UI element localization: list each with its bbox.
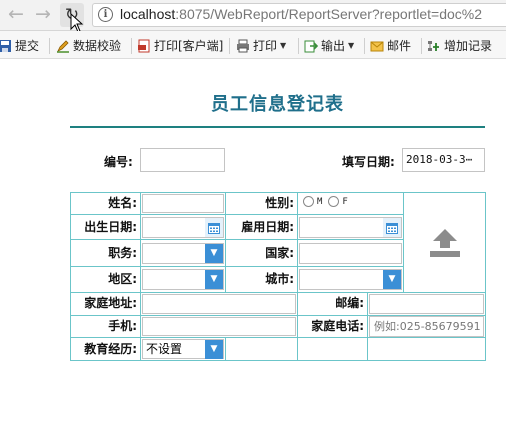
postcode-input[interactable] xyxy=(369,294,484,314)
toolbar-divider xyxy=(131,38,132,54)
toolbar-divider xyxy=(49,38,50,54)
employee-form-grid: 姓名: 性别: M F 出生日期: 雇用日期: 职务: ▼ 国家: 地区: ▼ … xyxy=(70,192,486,361)
country-input[interactable] xyxy=(299,243,402,264)
chevron-down-icon[interactable]: ▼ xyxy=(205,270,223,289)
printer-icon xyxy=(237,39,249,53)
education-select[interactable]: 不设置 ▼ xyxy=(142,339,224,359)
title-divider xyxy=(70,126,485,128)
mail-button[interactable]: 邮件 xyxy=(370,38,411,54)
gender-option-m-label: M xyxy=(317,196,323,207)
toolbar-divider xyxy=(364,38,365,54)
forward-icon[interactable]: → xyxy=(32,3,54,25)
chevron-down-icon[interactable]: ▼ xyxy=(205,340,223,359)
form-title: 员工信息登记表 xyxy=(211,94,344,115)
toolbar-divider xyxy=(421,38,422,54)
chevron-down-icon[interactable]: ▼ xyxy=(383,270,401,289)
mouse-cursor-icon xyxy=(70,13,84,33)
report-toolbar: 提交 数据校验 打印[客户端] 打印 ▼ 输出 ▼ 邮件 增加记录 xyxy=(0,31,506,59)
gender-radio-group: M F xyxy=(303,196,348,207)
grid-line xyxy=(70,192,486,193)
fill-date-label: 填写日期: xyxy=(342,155,395,169)
url-text: localhost:8075/WebReport/ReportServer?re… xyxy=(120,6,483,22)
home-phone-input[interactable]: 例如:025-85679591 xyxy=(369,316,484,337)
export-label: 输出 xyxy=(321,39,346,53)
city-label: 城市: xyxy=(265,272,294,286)
submit-label: 提交 xyxy=(15,39,40,53)
fill-date-input[interactable]: 2018-03-3⋯ xyxy=(402,148,485,172)
position-label: 职务: xyxy=(108,246,137,260)
grid-line xyxy=(297,192,298,292)
print-button[interactable]: 打印 ▼ xyxy=(236,38,286,54)
education-label: 教育经历: xyxy=(84,342,137,356)
validate-label: 数据校验 xyxy=(73,39,122,53)
address-input[interactable] xyxy=(142,294,296,314)
upload-photo-icon[interactable] xyxy=(428,226,462,260)
grid-line xyxy=(70,214,403,215)
region-select[interactable]: ▼ xyxy=(142,269,224,290)
grid-line xyxy=(70,239,403,240)
grid-line xyxy=(70,292,486,293)
gender-option-f-label: F xyxy=(342,196,348,207)
save-icon xyxy=(0,40,11,52)
grid-line xyxy=(70,266,403,267)
grid-line xyxy=(403,192,404,292)
birth-date-label: 出生日期: xyxy=(84,220,137,234)
city-select[interactable]: ▼ xyxy=(299,269,402,290)
grid-line xyxy=(70,337,486,338)
add-record-icon xyxy=(428,41,439,51)
print-client-button[interactable]: 打印[客户端] xyxy=(137,38,223,54)
toolbar-divider xyxy=(229,38,230,54)
mail-label: 邮件 xyxy=(387,39,412,53)
country-label: 国家: xyxy=(265,246,294,260)
number-input[interactable] xyxy=(140,148,225,172)
chevron-down-icon: ▼ xyxy=(348,41,355,50)
birth-date-input[interactable] xyxy=(142,217,224,238)
postcode-label: 邮编: xyxy=(335,296,364,310)
print-label: 打印 xyxy=(253,39,278,53)
chevron-down-icon[interactable]: ▼ xyxy=(205,244,223,263)
hire-date-input[interactable] xyxy=(299,217,402,238)
grid-line xyxy=(140,192,141,361)
gender-radio-m[interactable] xyxy=(303,196,314,207)
position-select[interactable]: ▼ xyxy=(142,243,224,264)
education-value: 不设置 xyxy=(146,342,183,356)
grid-line xyxy=(70,360,486,361)
add-record-button[interactable]: 增加记录 xyxy=(427,38,492,54)
validate-pen-icon xyxy=(57,40,69,53)
validate-button[interactable]: 数据校验 xyxy=(56,38,121,54)
export-icon xyxy=(304,40,318,53)
calendar-icon[interactable] xyxy=(383,218,401,237)
grid-line xyxy=(485,192,486,361)
name-label: 姓名: xyxy=(108,196,137,210)
export-button[interactable]: 输出 ▼ xyxy=(304,38,354,54)
info-icon[interactable]: i xyxy=(98,7,113,22)
hire-date-label: 雇用日期: xyxy=(241,220,294,234)
address-bar[interactable]: i localhost:8075/WebReport/ReportServer?… xyxy=(92,3,506,27)
grid-line xyxy=(225,337,226,361)
back-icon[interactable]: ← xyxy=(5,3,27,25)
chevron-down-icon: ▼ xyxy=(280,41,287,50)
region-label: 地区: xyxy=(108,272,137,286)
home-phone-label: 家庭电话: xyxy=(311,319,364,333)
browser-bar: ← → ↻ i localhost:8075/WebReport/ReportS… xyxy=(0,0,506,33)
gender-label: 性别: xyxy=(265,196,294,210)
toolbar-divider xyxy=(298,38,299,54)
add-record-label: 增加记录 xyxy=(444,39,493,53)
number-label: 编号: xyxy=(104,155,133,169)
submit-button[interactable]: 提交 xyxy=(0,38,39,54)
grid-line xyxy=(367,292,368,361)
calendar-icon[interactable] xyxy=(205,218,223,237)
mail-icon xyxy=(370,41,384,52)
mobile-input[interactable] xyxy=(142,317,296,336)
print-client-label: 打印[客户端] xyxy=(154,39,224,53)
gender-radio-f[interactable] xyxy=(328,196,340,207)
name-input[interactable] xyxy=(142,194,224,213)
address-label: 家庭地址: xyxy=(84,296,137,310)
mobile-label: 手机: xyxy=(108,319,137,333)
pdf-print-icon xyxy=(138,39,150,53)
